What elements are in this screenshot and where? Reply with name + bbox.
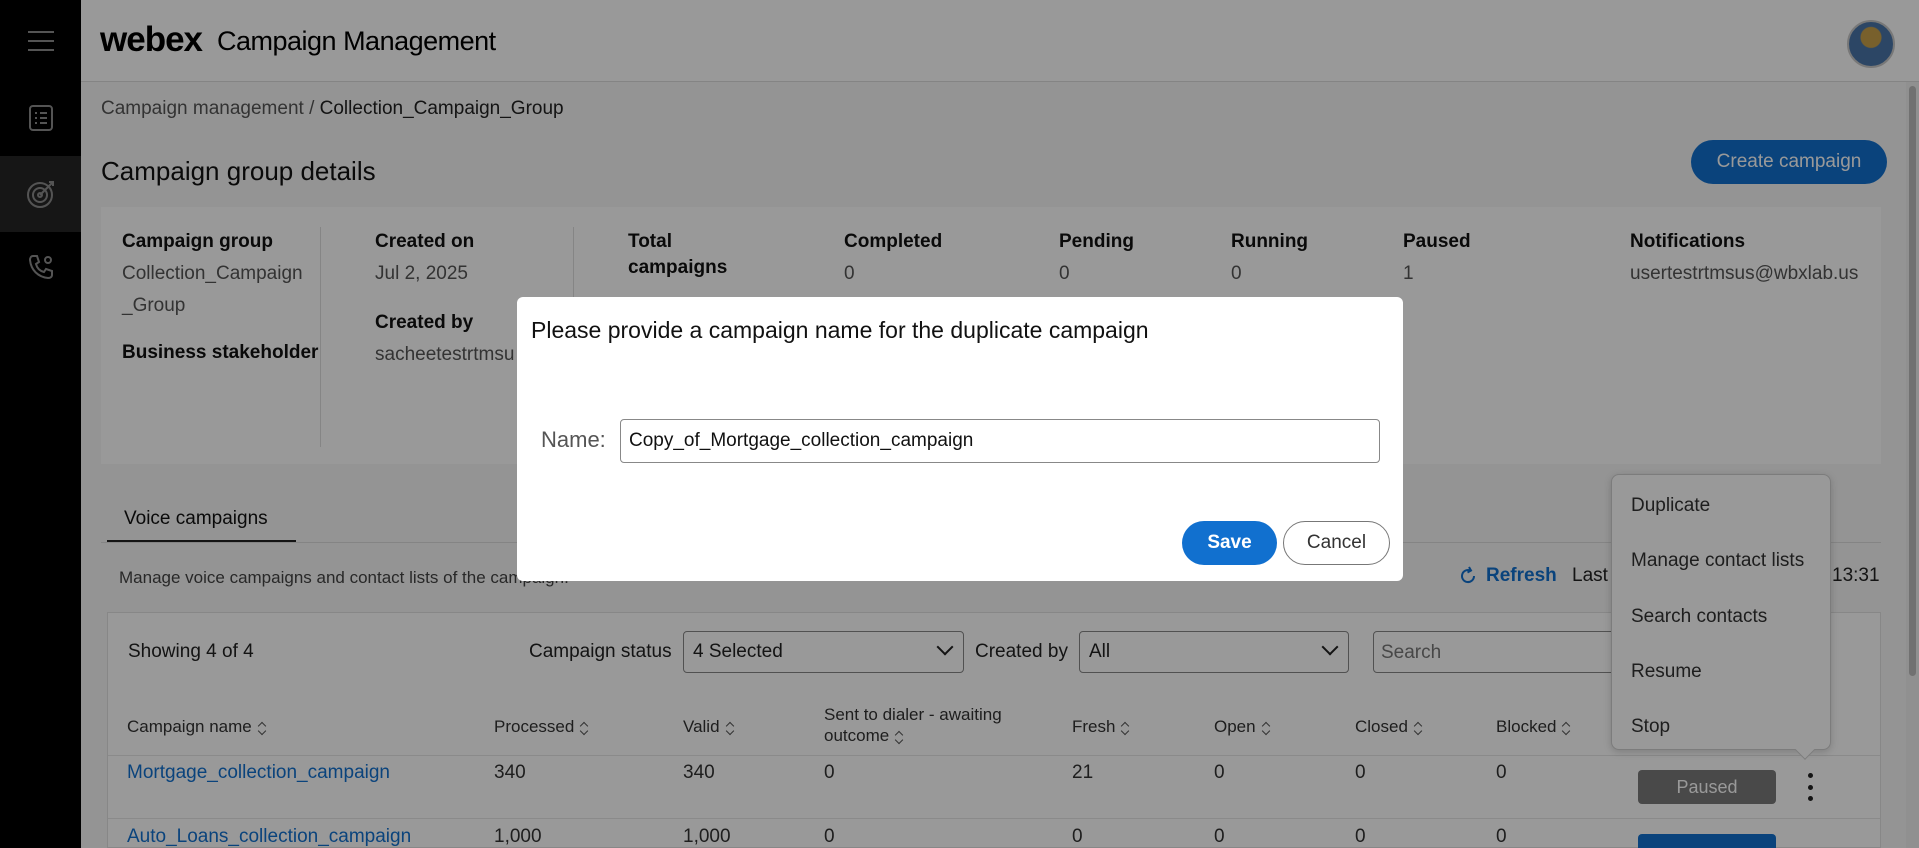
cancel-button[interactable]: Cancel: [1283, 521, 1390, 565]
name-label: Name:: [541, 427, 606, 452]
duplicate-campaign-dialog: Please provide a campaign name for the d…: [517, 297, 1403, 581]
campaign-name-input[interactable]: [620, 419, 1380, 463]
save-button[interactable]: Save: [1182, 521, 1277, 565]
dialog-title: Please provide a campaign name for the d…: [531, 317, 1149, 343]
